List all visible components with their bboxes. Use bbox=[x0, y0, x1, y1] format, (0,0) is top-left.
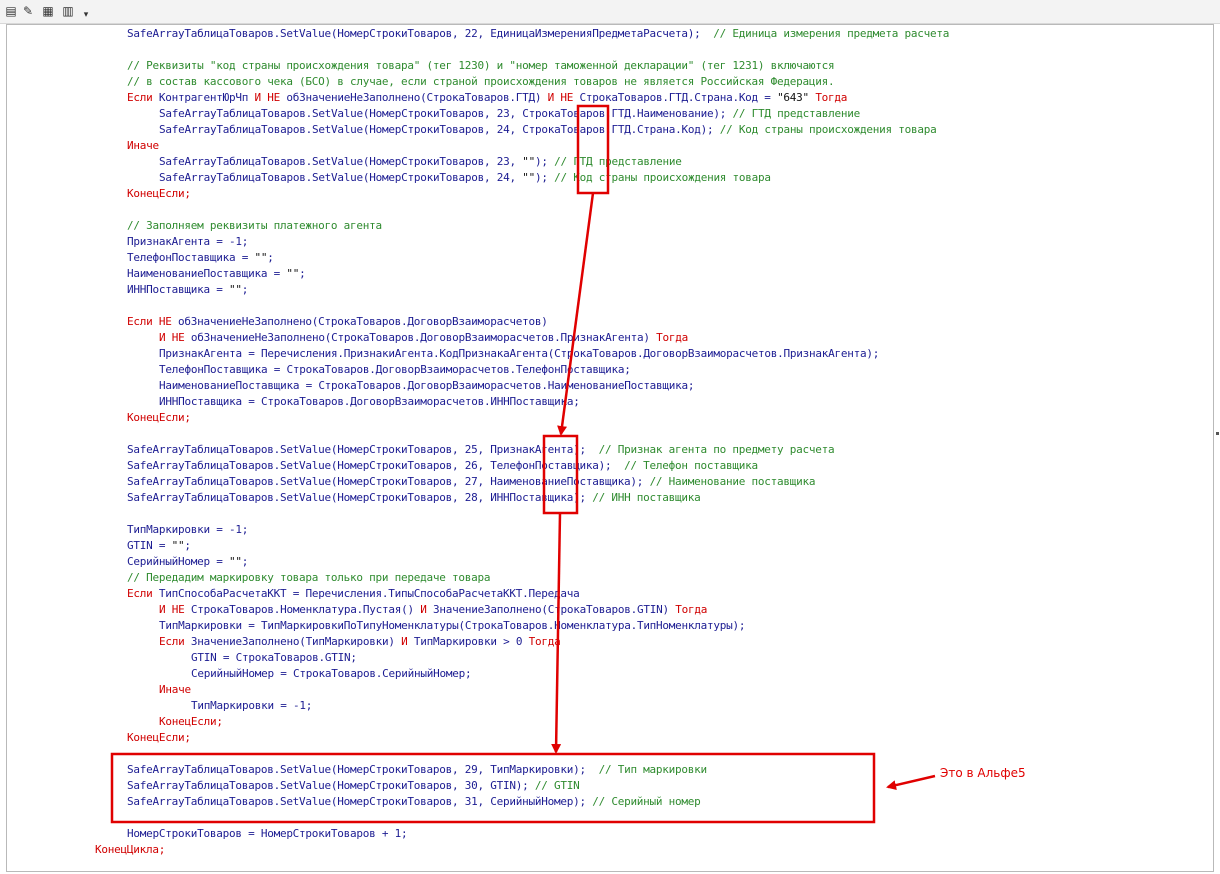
arrow-to-25 bbox=[557, 192, 595, 436]
annotation-overlay bbox=[110, 104, 936, 824]
arrow-to-29 bbox=[551, 512, 562, 754]
highlight-box-23-24 bbox=[576, 104, 610, 195]
highlight-box-29-31 bbox=[110, 752, 876, 824]
arrow-to-box bbox=[886, 774, 936, 791]
highlight-box-25-28 bbox=[542, 434, 579, 515]
annotation-label: Это в Альфе5 bbox=[940, 766, 1026, 780]
